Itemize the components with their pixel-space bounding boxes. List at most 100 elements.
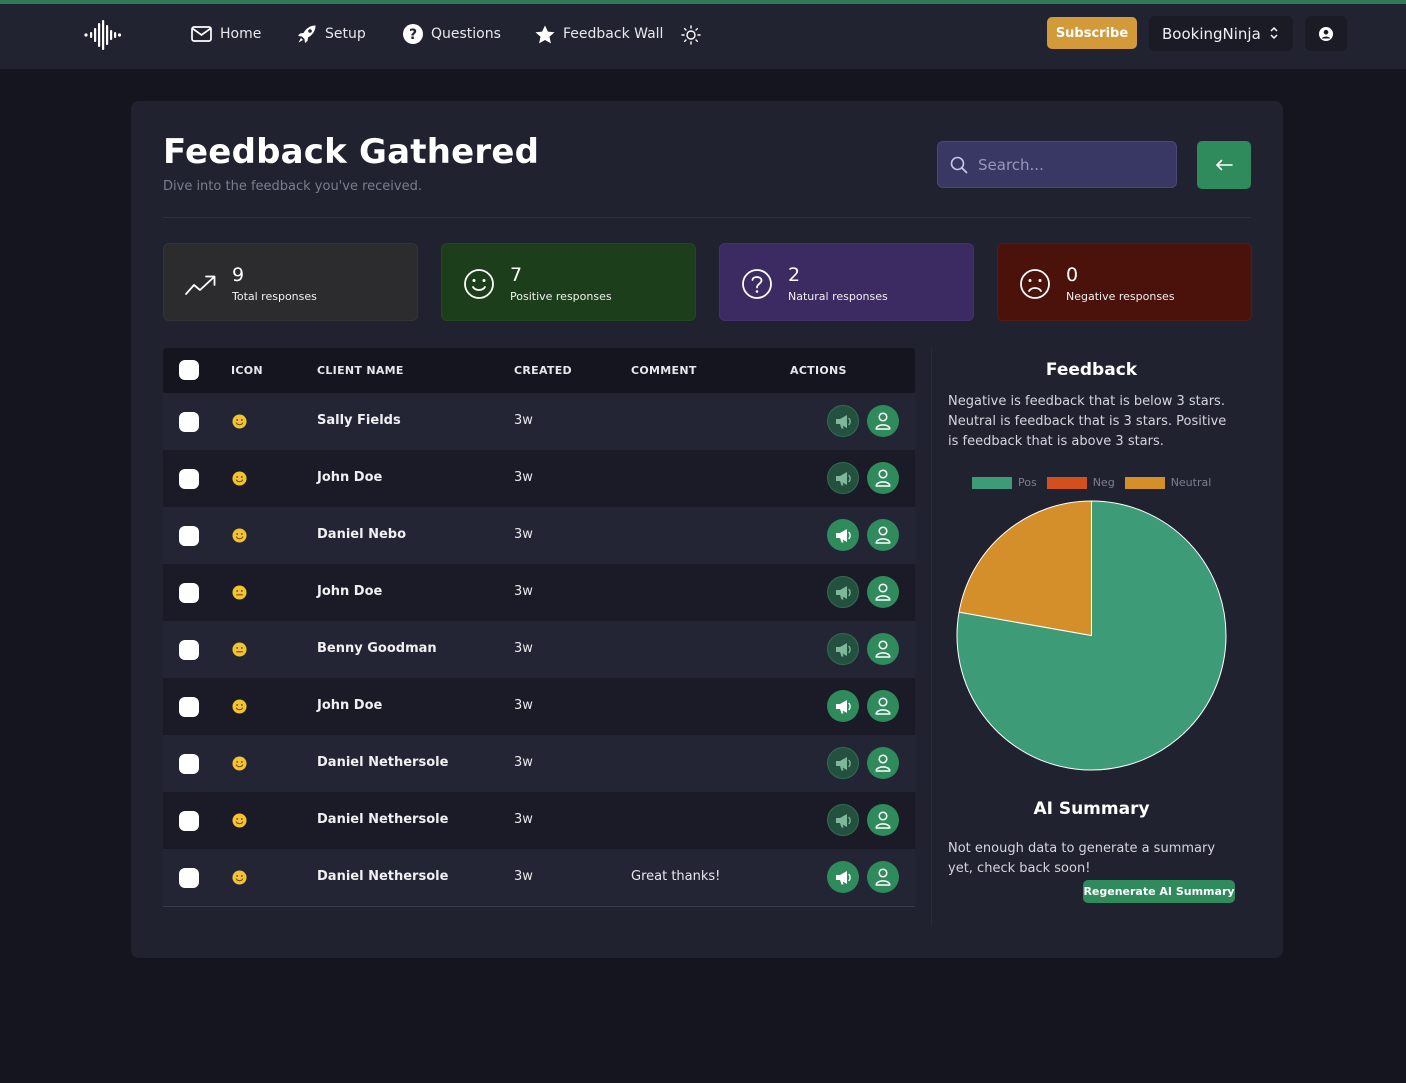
- user-menu-button[interactable]: [1305, 16, 1347, 51]
- user-icon: [875, 811, 891, 829]
- row-checkbox[interactable]: [179, 754, 199, 774]
- megaphone-icon: [835, 528, 851, 542]
- table-row: Daniel Nethersole 3w: [163, 735, 915, 792]
- client-name: Daniel Nethersole: [317, 869, 449, 884]
- column-header-icon: ICON: [231, 364, 263, 377]
- arrow-left-icon: [1215, 159, 1233, 171]
- view-client-button[interactable]: [867, 405, 899, 437]
- row-checkbox[interactable]: [179, 583, 199, 603]
- smiling-face-icon: [232, 813, 247, 828]
- table-row: Daniel Nethersole 3w: [163, 792, 915, 849]
- row-checkbox[interactable]: [179, 526, 199, 546]
- comment-text: Great thanks!: [631, 869, 721, 884]
- chart-legend: Pos Neg Neutral: [972, 476, 1221, 489]
- row-checkbox[interactable]: [179, 811, 199, 831]
- view-client-button[interactable]: [867, 633, 899, 665]
- view-client-button[interactable]: [867, 747, 899, 779]
- publish-to-wall-button[interactable]: [827, 633, 859, 665]
- user-icon: [875, 469, 891, 487]
- user-circle-icon: [1319, 26, 1333, 41]
- stat-label: Positive responses: [510, 290, 612, 303]
- view-client-button[interactable]: [867, 690, 899, 722]
- star-icon: [535, 25, 555, 43]
- question-circle-icon: ?: [403, 24, 423, 44]
- smiling-face-icon: [232, 756, 247, 771]
- row-checkbox[interactable]: [179, 868, 199, 888]
- user-icon: [875, 754, 891, 772]
- frown-icon: [1020, 269, 1050, 299]
- legend-item[interactable]: Pos: [972, 476, 1037, 489]
- created-time: 3w: [514, 584, 533, 599]
- table-row: Daniel Nebo 3w: [163, 507, 915, 564]
- megaphone-icon: [835, 642, 851, 656]
- row-checkbox[interactable]: [179, 469, 199, 489]
- sun-icon[interactable]: [681, 25, 701, 45]
- search-box: [937, 141, 1177, 188]
- column-header-client-name[interactable]: CLIENT NAME: [317, 364, 404, 377]
- select-all-checkbox[interactable]: [179, 360, 199, 380]
- legend-label: Pos: [1018, 476, 1037, 489]
- publish-to-wall-button[interactable]: [827, 576, 859, 608]
- user-icon: [875, 868, 891, 886]
- question-circle-icon: [742, 269, 772, 299]
- smiling-face-icon: [232, 414, 247, 429]
- megaphone-icon: [835, 471, 851, 485]
- nav-home[interactable]: Home: [191, 22, 261, 46]
- chevron-updown-icon: [1270, 26, 1278, 40]
- smile-icon: [464, 269, 494, 299]
- row-checkbox[interactable]: [179, 640, 199, 660]
- nav-setup-label: Setup: [325, 26, 366, 42]
- view-client-button[interactable]: [867, 861, 899, 893]
- nav-feedback-wall[interactable]: Feedback Wall: [535, 22, 663, 46]
- publish-to-wall-button[interactable]: [827, 519, 859, 551]
- nav-setup[interactable]: Setup: [297, 22, 366, 46]
- nav-questions[interactable]: ? Questions: [403, 22, 501, 46]
- legend-label: Neutral: [1170, 476, 1212, 489]
- publish-to-wall-button[interactable]: [827, 747, 859, 779]
- search-icon: [950, 156, 968, 173]
- header-divider: [163, 217, 1251, 218]
- table-header: ICON CLIENT NAME CREATED COMMENT ACTIONS: [163, 348, 915, 393]
- stat-value: 7: [510, 264, 523, 286]
- column-header-created[interactable]: CREATED: [514, 364, 572, 377]
- table-row: Benny Goodman 3w: [163, 621, 915, 678]
- client-name: Benny Goodman: [317, 641, 437, 656]
- back-button[interactable]: [1197, 141, 1251, 189]
- stat-label: Natural responses: [788, 290, 888, 303]
- stat-value: 0: [1066, 264, 1079, 286]
- nav-feedback-wall-label: Feedback Wall: [563, 26, 664, 42]
- soundwave-logo-icon[interactable]: [84, 20, 122, 50]
- smiling-face-icon: [232, 870, 247, 885]
- legend-item[interactable]: Neg: [1046, 476, 1115, 489]
- publish-to-wall-button[interactable]: [827, 405, 859, 437]
- table-row: John Doe 3w: [163, 678, 915, 735]
- view-client-button[interactable]: [867, 804, 899, 836]
- megaphone-icon: [835, 870, 851, 884]
- client-name: Sally Fields: [317, 413, 401, 428]
- view-client-button[interactable]: [867, 519, 899, 551]
- subscribe-button[interactable]: Subscribe: [1047, 17, 1137, 49]
- created-time: 3w: [514, 413, 533, 428]
- stat-label: Total responses: [232, 290, 317, 303]
- client-name: John Doe: [317, 584, 383, 599]
- view-client-button[interactable]: [867, 462, 899, 494]
- pie-slice-neutral[interactable]: [958, 500, 1092, 637]
- publish-to-wall-button[interactable]: [827, 804, 859, 836]
- publish-to-wall-button[interactable]: [827, 861, 859, 893]
- publish-to-wall-button[interactable]: [827, 690, 859, 722]
- stat-card-total: 9 Total responses: [163, 243, 418, 321]
- svg-text:?: ?: [409, 27, 417, 43]
- megaphone-icon: [835, 813, 851, 827]
- organization-name: BookingNinja: [1162, 24, 1261, 43]
- user-icon: [875, 412, 891, 430]
- table-body: Sally Fields 3w John Doe 3w Daniel Nebo …: [163, 393, 915, 906]
- search-input[interactable]: [978, 155, 1158, 174]
- table-bottom-border: [163, 906, 915, 907]
- view-client-button[interactable]: [867, 576, 899, 608]
- publish-to-wall-button[interactable]: [827, 462, 859, 494]
- row-checkbox[interactable]: [179, 697, 199, 717]
- regenerate-ai-summary-button[interactable]: Regenerate AI Summary: [1083, 880, 1235, 903]
- legend-item[interactable]: Neutral: [1124, 476, 1212, 489]
- organization-select[interactable]: BookingNinja: [1149, 16, 1293, 51]
- row-checkbox[interactable]: [179, 412, 199, 432]
